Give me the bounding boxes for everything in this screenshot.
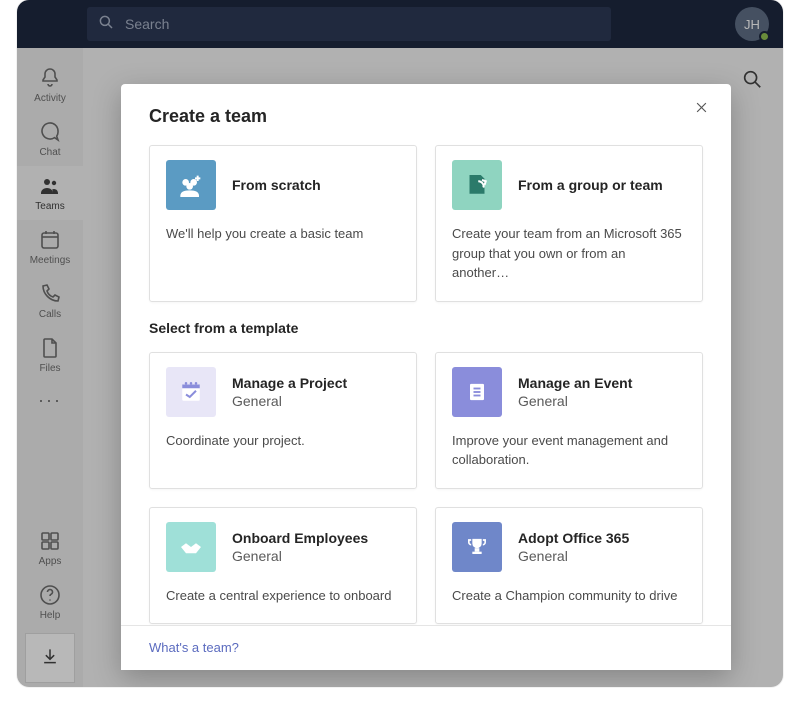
card-title: Onboard Employees (232, 530, 368, 546)
whats-a-team-link[interactable]: What's a team? (149, 640, 239, 655)
group-sync-icon (452, 160, 502, 210)
card-desc: Create your team from an Microsoft 365 g… (452, 224, 686, 283)
card-desc: Create a central experience to onboard (166, 586, 400, 606)
card-desc: Coordinate your project. (166, 431, 400, 451)
card-desc: Create a Champion community to drive (452, 586, 686, 606)
card-desc: We'll help you create a basic team (166, 224, 400, 244)
card-onboard-employees[interactable]: Onboard Employees General Create a centr… (149, 507, 417, 625)
scratch-team-icon (166, 160, 216, 210)
modal-footer: What's a team? (121, 625, 731, 670)
card-manage-event[interactable]: Manage an Event General Improve your eve… (435, 352, 703, 489)
card-from-group[interactable]: From a group or team Create your team fr… (435, 145, 703, 302)
modal-title: Create a team (149, 106, 703, 127)
close-icon (694, 100, 709, 120)
card-desc: Improve your event management and collab… (452, 431, 686, 470)
card-subtitle: General (518, 393, 632, 409)
card-adopt-office365[interactable]: Adopt Office 365 General Create a Champi… (435, 507, 703, 625)
card-from-scratch[interactable]: From scratch We'll help you create a bas… (149, 145, 417, 302)
trophy-icon (452, 522, 502, 572)
card-title: From scratch (232, 177, 321, 193)
card-title: Manage a Project (232, 375, 347, 391)
card-title: Manage an Event (518, 375, 632, 391)
close-button[interactable] (689, 98, 713, 122)
card-title: Adopt Office 365 (518, 530, 629, 546)
app-window: JH Activity Chat Teams (17, 0, 783, 687)
handshake-icon (166, 522, 216, 572)
project-calendar-icon (166, 367, 216, 417)
event-list-icon (452, 367, 502, 417)
create-team-modal: Create a team From scratch We'll help yo… (121, 84, 731, 670)
card-manage-project[interactable]: Manage a Project General Coordinate your… (149, 352, 417, 489)
card-subtitle: General (518, 548, 629, 564)
card-title: From a group or team (518, 177, 663, 193)
card-subtitle: General (232, 393, 347, 409)
card-subtitle: General (232, 548, 368, 564)
template-section-title: Select from a template (149, 320, 703, 336)
